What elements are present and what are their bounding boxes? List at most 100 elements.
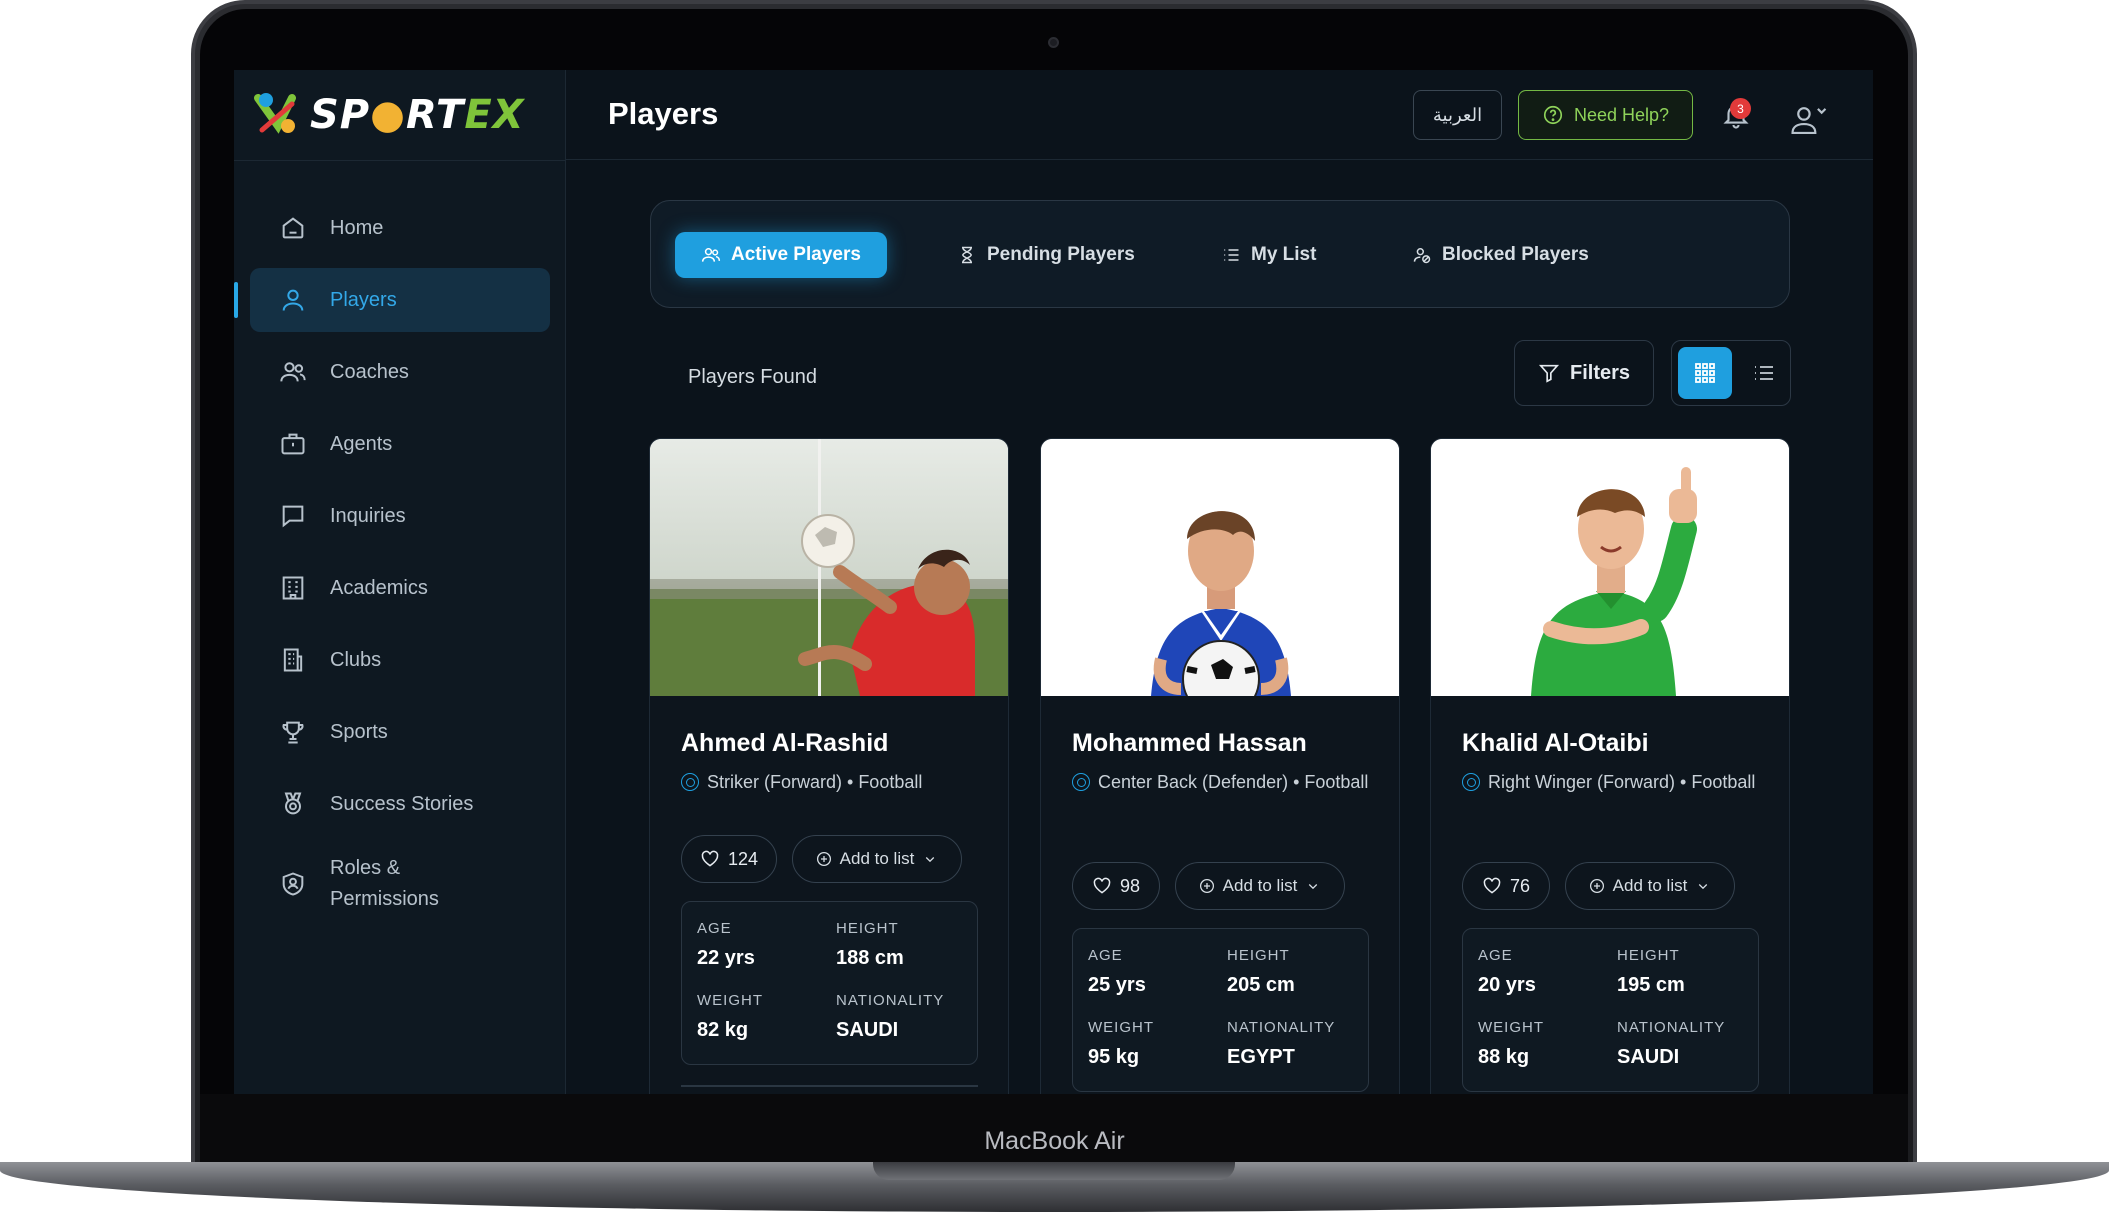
player-card[interactable]: Ahmed Al-Rashid Striker (Forward) • Foot… — [649, 438, 1009, 1094]
stat-label: NATIONALITY — [1227, 1019, 1336, 1036]
heart-icon — [1483, 877, 1501, 894]
player-position-text: Striker (Forward) • Football — [707, 772, 923, 792]
plus-circle-icon — [816, 851, 831, 867]
filters-button[interactable]: Filters — [1514, 340, 1654, 406]
stat-value: EGYPT — [1227, 1046, 1295, 1068]
soccer-ball-icon — [681, 773, 699, 791]
like-count: 98 — [1119, 875, 1141, 896]
need-help-button[interactable]: Need Help? — [1518, 90, 1693, 140]
sidebar-item-label: Inquiries — [330, 504, 406, 527]
stat-weight: WEIGHT 82 kg — [697, 992, 827, 1042]
hourglass-icon — [962, 246, 972, 264]
stat-label: AGE — [697, 920, 732, 937]
stat-value: SAUDI — [1617, 1046, 1680, 1068]
stat-nationality: NATIONALITY EGYPT — [1227, 1019, 1357, 1069]
sidebar-item-label: Academics — [330, 576, 428, 599]
like-button[interactable]: 76 — [1462, 862, 1550, 910]
user-blocked-icon — [1413, 248, 1431, 264]
building-icon — [278, 573, 308, 603]
tab-pending-players[interactable]: Pending Players — [931, 232, 1161, 278]
camera-icon — [1048, 37, 1059, 48]
sidebar-item-label: Coaches — [330, 360, 409, 383]
tab-label: Blocked Players — [1442, 244, 1589, 265]
stat-value: 82 kg — [697, 1019, 749, 1041]
stat-weight: WEIGHT 88 kg — [1478, 1019, 1608, 1069]
like-button[interactable]: 98 — [1072, 862, 1160, 910]
like-button[interactable]: 124 — [681, 835, 777, 883]
language-button[interactable]: العربية — [1413, 90, 1502, 140]
stat-weight: WEIGHT 95 kg — [1088, 1019, 1218, 1069]
stat-value: 22 yrs — [697, 947, 755, 969]
logo-mark-icon — [252, 90, 302, 140]
list-icon — [1755, 366, 1773, 380]
stat-label: NATIONALITY — [836, 992, 945, 1009]
stat-height: HEIGHT 205 cm — [1227, 947, 1357, 997]
soccer-ball-icon — [1462, 773, 1480, 791]
stat-label: WEIGHT — [1478, 1019, 1544, 1036]
stat-nationality: NATIONALITY SAUDI — [1617, 1019, 1747, 1069]
player-photo — [1431, 439, 1789, 696]
list-icon — [1224, 249, 1239, 261]
sidebar-item-label: Roles & Permissions — [330, 857, 439, 910]
player-position-text: Center Back (Defender) • Football — [1098, 772, 1369, 792]
sidebar-item-label: Agents — [330, 432, 393, 455]
list-view-button[interactable] — [1742, 347, 1786, 399]
stat-label: AGE — [1478, 947, 1513, 964]
player-card[interactable]: Mohammed Hassan Center Back (Defender) •… — [1040, 438, 1400, 1094]
add-to-list-button[interactable]: Add to list — [1565, 862, 1735, 910]
player-status-tabs: Active Players Pending Players My List B… — [650, 200, 1790, 308]
filters-label: Filters — [1569, 361, 1631, 384]
player-photo — [650, 439, 1008, 696]
sidebar-item-sports[interactable]: Sports — [250, 700, 550, 764]
tab-active-players[interactable]: Active Players — [675, 232, 887, 278]
sidebar-item-label: Sports — [330, 720, 388, 743]
stat-height: HEIGHT 195 cm — [1617, 947, 1747, 997]
sidebar-item-coaches[interactable]: Coaches — [250, 340, 550, 404]
help-circle-icon — [1543, 105, 1563, 125]
laptop-notch — [873, 1162, 1235, 1180]
tab-blocked-players[interactable]: Blocked Players — [1386, 232, 1615, 278]
stat-label: AGE — [1088, 947, 1123, 964]
sidebar-nav: Home Players Coaches Agents Inquiries Ac… — [234, 196, 550, 932]
shield-user-icon — [278, 869, 308, 899]
card-divider — [681, 1085, 978, 1087]
sidebar-item-clubs[interactable]: Clubs — [250, 628, 550, 692]
chevron-down-icon — [1699, 884, 1708, 890]
sidebar-item-academics[interactable]: Academics — [250, 556, 550, 620]
user-icon — [278, 285, 308, 315]
view-toggle — [1671, 340, 1791, 406]
sidebar-item-players[interactable]: Players — [234, 268, 550, 332]
player-name: Mohammed Hassan — [1072, 729, 1307, 757]
sidebar-item-roles-permissions[interactable]: Roles & Permissions — [250, 844, 550, 924]
briefcase-icon — [278, 429, 308, 459]
stat-value: 95 kg — [1088, 1046, 1140, 1068]
player-name: Khalid Al-Otaibi — [1462, 729, 1649, 757]
user-menu-button[interactable] — [1790, 102, 1830, 136]
office-icon — [278, 645, 308, 675]
stat-age: AGE 20 yrs — [1478, 947, 1608, 997]
grid-view-button[interactable] — [1678, 347, 1732, 399]
add-to-list-label: Add to list — [1222, 876, 1298, 895]
need-help-label: Need Help? — [1573, 104, 1670, 125]
tab-label: My List — [1251, 244, 1317, 265]
stat-label: HEIGHT — [836, 920, 899, 937]
stat-value: 25 yrs — [1088, 974, 1146, 996]
sidebar-item-label: Players — [330, 288, 397, 311]
stat-value: SAUDI — [836, 1019, 899, 1041]
sidebar-item-home[interactable]: Home — [250, 196, 550, 260]
users-icon — [701, 248, 721, 262]
sidebar-item-agents[interactable]: Agents — [250, 412, 550, 476]
add-to-list-button[interactable]: Add to list — [1175, 862, 1345, 910]
sidebar-item-inquiries[interactable]: Inquiries — [250, 484, 550, 548]
stat-label: HEIGHT — [1617, 947, 1680, 964]
stat-label: NATIONALITY — [1617, 1019, 1726, 1036]
add-to-list-button[interactable]: Add to list — [792, 835, 962, 883]
sidebar-item-success-stories[interactable]: Success Stories — [250, 772, 550, 836]
sportex-logo[interactable]: SP●RTEX — [252, 90, 525, 140]
player-card[interactable]: Khalid Al-Otaibi Right Winger (Forward) … — [1430, 438, 1790, 1094]
player-position: Right Winger (Forward) • Football — [1462, 769, 1762, 796]
tab-my-list[interactable]: My List — [1195, 232, 1342, 278]
app-screen: SP●RTEX Home Players Coaches Agents Inqu… — [234, 70, 1873, 1094]
logo-wordmark: SP●RTEX — [310, 92, 525, 138]
stat-age: AGE 22 yrs — [697, 920, 827, 970]
